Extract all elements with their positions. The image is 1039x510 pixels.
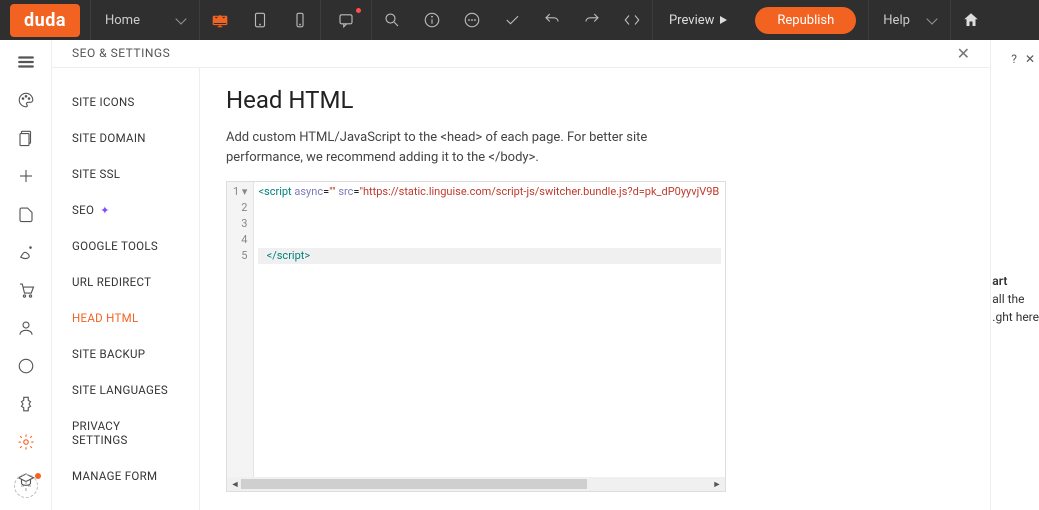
notification-dot-icon (35, 473, 41, 479)
tablet-view-button[interactable] (240, 0, 280, 40)
scroll-left-arrow-icon[interactable]: ◄ (229, 479, 241, 490)
pages-icon[interactable] (16, 128, 36, 148)
settings-nav-item[interactable]: SITE BACKUP (52, 336, 199, 372)
close-icon[interactable]: ✕ (1025, 52, 1035, 66)
membership-icon[interactable] (16, 318, 36, 338)
settings-nav-item[interactable]: HEAD HTML (52, 300, 199, 336)
settings-nav-item[interactable]: SEO✦ (52, 192, 199, 228)
editor-title: Head HTML (226, 86, 964, 114)
settings-sidebar: SITE ICONSSITE DOMAINSITE SSLSEO✦GOOGLE … (52, 68, 200, 510)
sliver-text-2: all the (992, 290, 1039, 308)
panel-title: SEO & SETTINGS (72, 46, 170, 60)
info-button[interactable] (412, 0, 452, 40)
personalize-icon[interactable] (16, 242, 36, 262)
settings-nav-item[interactable]: SITE SSL (52, 156, 199, 192)
settings-nav-item[interactable]: URL REDIRECT (52, 264, 199, 300)
content-icon[interactable] (16, 204, 36, 224)
widgets-icon[interactable] (16, 52, 36, 72)
apps-icon[interactable] (16, 394, 36, 414)
left-rail (0, 40, 52, 510)
editor-description: Add custom HTML/JavaScript to the <head>… (226, 128, 706, 167)
code-gutter: 1 ▾2345 (227, 182, 254, 477)
code-editor[interactable]: 1 ▾2345 <script async="" src="https://st… (226, 181, 726, 492)
preview-label: Preview (669, 13, 714, 28)
chevron-down-icon (175, 13, 186, 24)
dev-mode-button[interactable] (612, 0, 652, 40)
settings-nav-item[interactable]: PRIVACY SETTINGS (52, 408, 199, 458)
add-icon[interactable] (16, 166, 36, 186)
page-selector-dropdown[interactable]: Home (91, 0, 199, 40)
done-button[interactable] (492, 0, 532, 40)
chat-button[interactable] (452, 0, 492, 40)
head-html-editor: Head HTML Add custom HTML/JavaScript to … (200, 68, 990, 510)
top-toolbar: duda Home Preview Republish (0, 0, 1039, 40)
mobile-view-button[interactable] (280, 0, 320, 40)
comments-button[interactable] (321, 0, 371, 40)
design-icon[interactable] (16, 90, 36, 110)
help-label: Help (883, 13, 910, 28)
play-icon (720, 16, 727, 24)
undo-button[interactable] (532, 0, 572, 40)
horizontal-scrollbar[interactable]: ◄ ► (227, 477, 725, 491)
notification-dot-icon (356, 8, 361, 13)
settings-nav-item[interactable]: GOOGLE TOOLS (52, 228, 199, 264)
sliver-text-3: ght here. (992, 308, 1039, 326)
redo-button[interactable] (572, 0, 612, 40)
settings-panel: SEO & SETTINGS ✕ SITE ICONSSITE DOMAINSI… (52, 40, 991, 510)
blog-icon[interactable] (16, 356, 36, 376)
page-selector-label: Home (105, 13, 140, 28)
code-text-area[interactable]: <script async="" src="https://static.lin… (254, 182, 725, 477)
sliver-text-1: art (992, 272, 1039, 290)
settings-nav-item[interactable]: SITE LANGUAGES (52, 372, 199, 408)
scrollbar-thumb[interactable] (241, 479, 587, 489)
dashboard-home-button[interactable] (951, 11, 991, 29)
republish-button[interactable]: Republish (755, 7, 856, 34)
settings-nav-item[interactable]: MANAGE FORM (52, 458, 199, 494)
desktop-view-button[interactable] (200, 0, 240, 40)
help-dropdown[interactable]: Help (869, 0, 950, 40)
sparkle-icon: ✦ (100, 204, 110, 217)
chevron-down-icon (926, 13, 937, 24)
settings-icon[interactable] (16, 432, 36, 452)
search-button[interactable] (372, 0, 412, 40)
ecommerce-icon[interactable] (16, 280, 36, 300)
duda-logo: duda (10, 4, 80, 37)
close-panel-button[interactable]: ✕ (957, 44, 970, 63)
help-tip-icon[interactable]: ? (1011, 52, 1017, 66)
ai-assistant-button[interactable] (14, 474, 38, 498)
settings-nav-item[interactable]: SITE ICONS (52, 84, 199, 120)
settings-nav-item[interactable]: SITE DOMAIN (52, 120, 199, 156)
background-content-sliver: ? ✕ art all the ght here. (991, 40, 1039, 510)
preview-button[interactable]: Preview (653, 0, 743, 40)
scroll-right-arrow-icon[interactable]: ► (711, 479, 723, 490)
